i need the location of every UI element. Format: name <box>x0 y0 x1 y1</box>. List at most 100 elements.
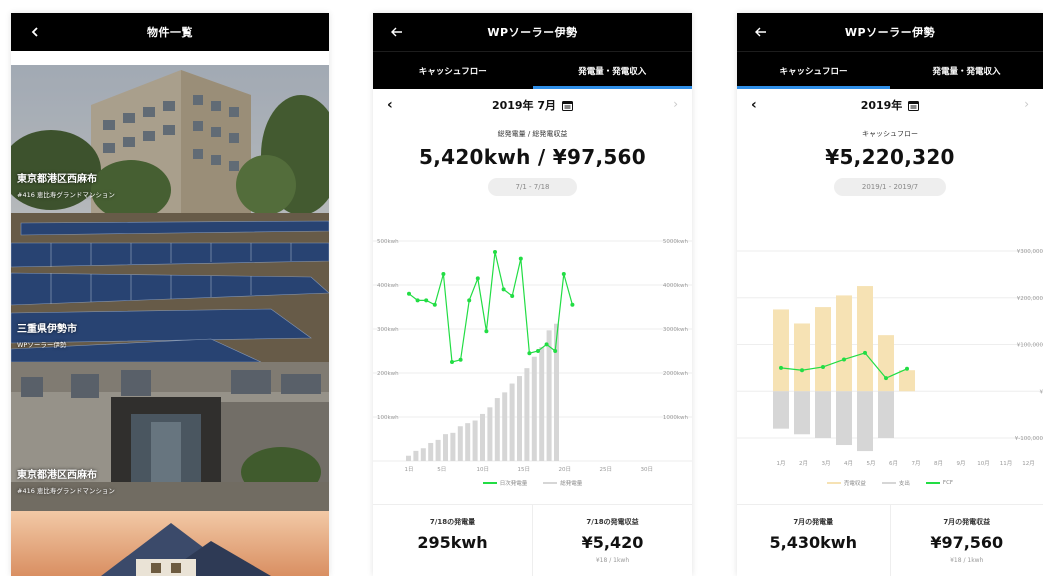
line-point <box>475 276 480 281</box>
fcf-point <box>779 365 783 370</box>
stat-label: 7月の発電収益 <box>943 518 991 526</box>
expense-bar <box>794 391 810 435</box>
x-tick-label: 15日 <box>518 466 531 473</box>
fcf-point <box>821 364 825 369</box>
expense-bar <box>773 391 789 429</box>
fcf-point <box>863 350 867 355</box>
line-point <box>432 302 437 307</box>
line-point <box>553 349 558 353</box>
property-card[interactable]: 三重県伊勢市 WPソーラー伊勢 <box>11 213 329 362</box>
power-generation-screen: WPソーラー伊勢 キャッシュフロー 発電量・発電収入 ‹ 2019年 7月 › … <box>373 13 692 576</box>
prev-period-icon[interactable]: ‹ <box>387 97 393 113</box>
y-right-tick-label: 1000kwh <box>663 415 689 421</box>
next-period-icon[interactable]: › <box>673 97 678 111</box>
stat-cell: 7/18の発電量 295kwh <box>373 505 532 576</box>
x-tick-label: 12月 <box>1022 460 1035 467</box>
stat-value: ¥97,560 <box>930 533 1004 552</box>
line-point <box>407 291 411 296</box>
line-point <box>570 302 575 307</box>
stat-sub: ¥18 / 1kwh <box>950 557 984 564</box>
x-tick-label: 11月 <box>1000 460 1013 467</box>
fcf-point <box>800 368 804 373</box>
legend-label: 支出 <box>898 481 910 487</box>
property-name: #416 恵比寿グランドマンション <box>17 487 115 495</box>
bar <box>413 450 419 461</box>
stat-value: 295kwh <box>417 533 488 552</box>
income-bar <box>815 307 831 392</box>
line-point <box>493 250 497 254</box>
back-arrow-icon[interactable] <box>25 22 45 42</box>
date-navigator: ‹ 2019年 › <box>737 89 1043 121</box>
bar <box>420 448 426 461</box>
y-left-tick-label: 100kwh <box>377 415 399 421</box>
stat-label: 7月の発電量 <box>793 518 834 526</box>
income-bar <box>878 335 894 392</box>
current-date: 2019年 <box>860 99 903 112</box>
property-area: 東京都港区西麻布 <box>17 470 97 481</box>
x-tick-label: 3月 <box>822 460 831 467</box>
x-tick-label: 6月 <box>889 460 898 467</box>
summary-block: 総発電量 / 総発電収益 5,420kwh / ¥97,560 7/1 - 7/… <box>373 121 692 196</box>
bar <box>450 432 456 461</box>
stat-value: 5,430kwh <box>769 533 857 552</box>
line-point <box>518 256 523 261</box>
date-selector[interactable]: 2019年 <box>861 97 920 113</box>
y-tick-label: ¥100,000 <box>1017 343 1043 349</box>
legend-item: 日次発電量 <box>482 479 528 487</box>
fcf-point <box>905 366 909 371</box>
calendar-icon <box>562 100 574 111</box>
power-chart-svg: 500kwh 5000kwh 400kwh 4000kwh 300kwh 3000kwh 2… <box>373 239 692 473</box>
x-tick-label: 1日 <box>405 466 414 473</box>
date-selector[interactable]: 2019年 7月 <box>492 97 574 113</box>
legend-label: 日次発電量 <box>499 481 528 487</box>
tab-power-generation[interactable]: 発電量・発電収入 <box>890 52 1043 89</box>
line-point <box>424 298 429 303</box>
x-tick-label: 25日 <box>600 466 613 473</box>
expense-bar <box>878 391 894 438</box>
line-point <box>561 272 566 276</box>
x-tick-label: 2月 <box>799 460 808 467</box>
expense-bar <box>836 391 852 446</box>
property-list-screen: 物件一覧 東京都港区西麻布 #416 恵比寿グランドマンション 三重県伊勢市 W… <box>11 13 329 576</box>
property-name: #416 恵比寿グランドマンション <box>17 191 115 199</box>
property-card[interactable]: 東京都港区西麻布 #416 恵比寿グランドマンション <box>11 362 329 511</box>
income-bar <box>857 286 873 392</box>
income-bar <box>794 323 810 392</box>
property-card[interactable] <box>11 511 329 576</box>
expense-bar <box>815 391 831 438</box>
tab-power-generation[interactable]: 発電量・発電収入 <box>532 52 693 89</box>
bar <box>457 426 463 461</box>
y-right-tick-label: 3000kwh <box>663 327 689 333</box>
y-left-tick-label: 500kwh <box>377 239 399 245</box>
bar <box>494 398 500 461</box>
back-arrow-icon[interactable] <box>751 22 771 42</box>
x-tick-label: 10月 <box>977 460 990 467</box>
summary-value: ¥5,220,320 <box>825 145 955 169</box>
y-right-tick-label: 4000kwh <box>663 283 689 289</box>
line-point <box>544 342 549 347</box>
y-tick-label: ¥ <box>1040 389 1043 395</box>
line-point <box>441 272 446 276</box>
bar <box>517 376 522 461</box>
cashflow-chart: ¥300,000 ¥200,000 ¥100,000 ¥ ¥-100,000 1月 2月 3月… <box>737 233 1043 493</box>
x-tick-label: 4月 <box>844 460 853 467</box>
property-card[interactable]: 東京都港区西麻布 #416 恵比寿グランドマンション <box>11 65 329 213</box>
line-point <box>450 360 454 364</box>
legend-label: 総発電量 <box>560 481 583 487</box>
x-tick-label: 8月 <box>934 460 943 467</box>
tab-cashflow[interactable]: キャッシュフロー <box>737 52 890 89</box>
line-point <box>536 349 540 353</box>
x-tick-label: 9月 <box>957 460 966 467</box>
summary-block: キャッシュフロー ¥5,220,320 2019/1 - 2019/7 <box>737 121 1043 196</box>
line-point <box>501 287 506 292</box>
cashflow-header: WPソーラー伊勢 <box>737 13 1043 51</box>
bar <box>472 420 478 461</box>
x-tick-label: 20日 <box>559 466 572 473</box>
next-period-icon[interactable]: › <box>1024 97 1029 111</box>
prev-period-icon[interactable]: ‹ <box>751 97 757 113</box>
tab-cashflow[interactable]: キャッシュフロー <box>373 52 533 89</box>
bar <box>443 434 448 461</box>
property-area: 三重県伊勢市 <box>17 324 77 335</box>
back-arrow-icon[interactable] <box>387 22 407 42</box>
stat-value: ¥5,420 <box>581 533 644 552</box>
